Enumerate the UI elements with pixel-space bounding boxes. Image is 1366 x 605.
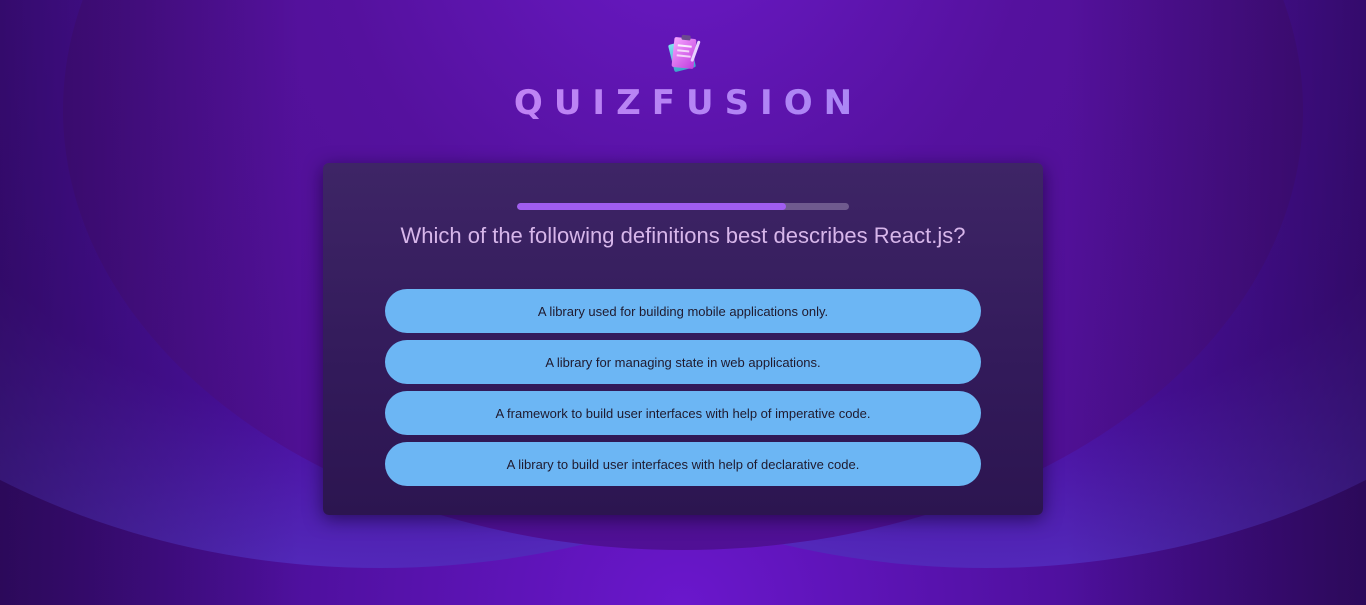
answer-item: A library to build user interfaces with … [385,442,981,486]
answer-button-1[interactable]: A library used for building mobile appli… [385,289,981,333]
question-text: Which of the following definitions best … [400,223,966,248]
progress-bar [517,203,849,210]
answer-button-4[interactable]: A library to build user interfaces with … [385,442,981,486]
answer-item: A library for managing state in web appl… [385,340,981,384]
answer-item: A library used for building mobile appli… [385,289,981,333]
progress-bar-fill [517,203,786,210]
app-title: QUIZFUSION [0,83,1366,123]
answer-button-3[interactable]: A framework to build user interfaces wit… [385,391,981,435]
answer-button-2[interactable]: A library for managing state in web appl… [385,340,981,384]
app-header: QUIZFUSION [0,28,1366,123]
quiz-logo-icon [659,28,707,76]
answer-item: A framework to build user interfaces wit… [385,391,981,435]
quiz-card: Which of the following definitions best … [323,163,1043,515]
answer-list: A library used for building mobile appli… [385,289,981,493]
